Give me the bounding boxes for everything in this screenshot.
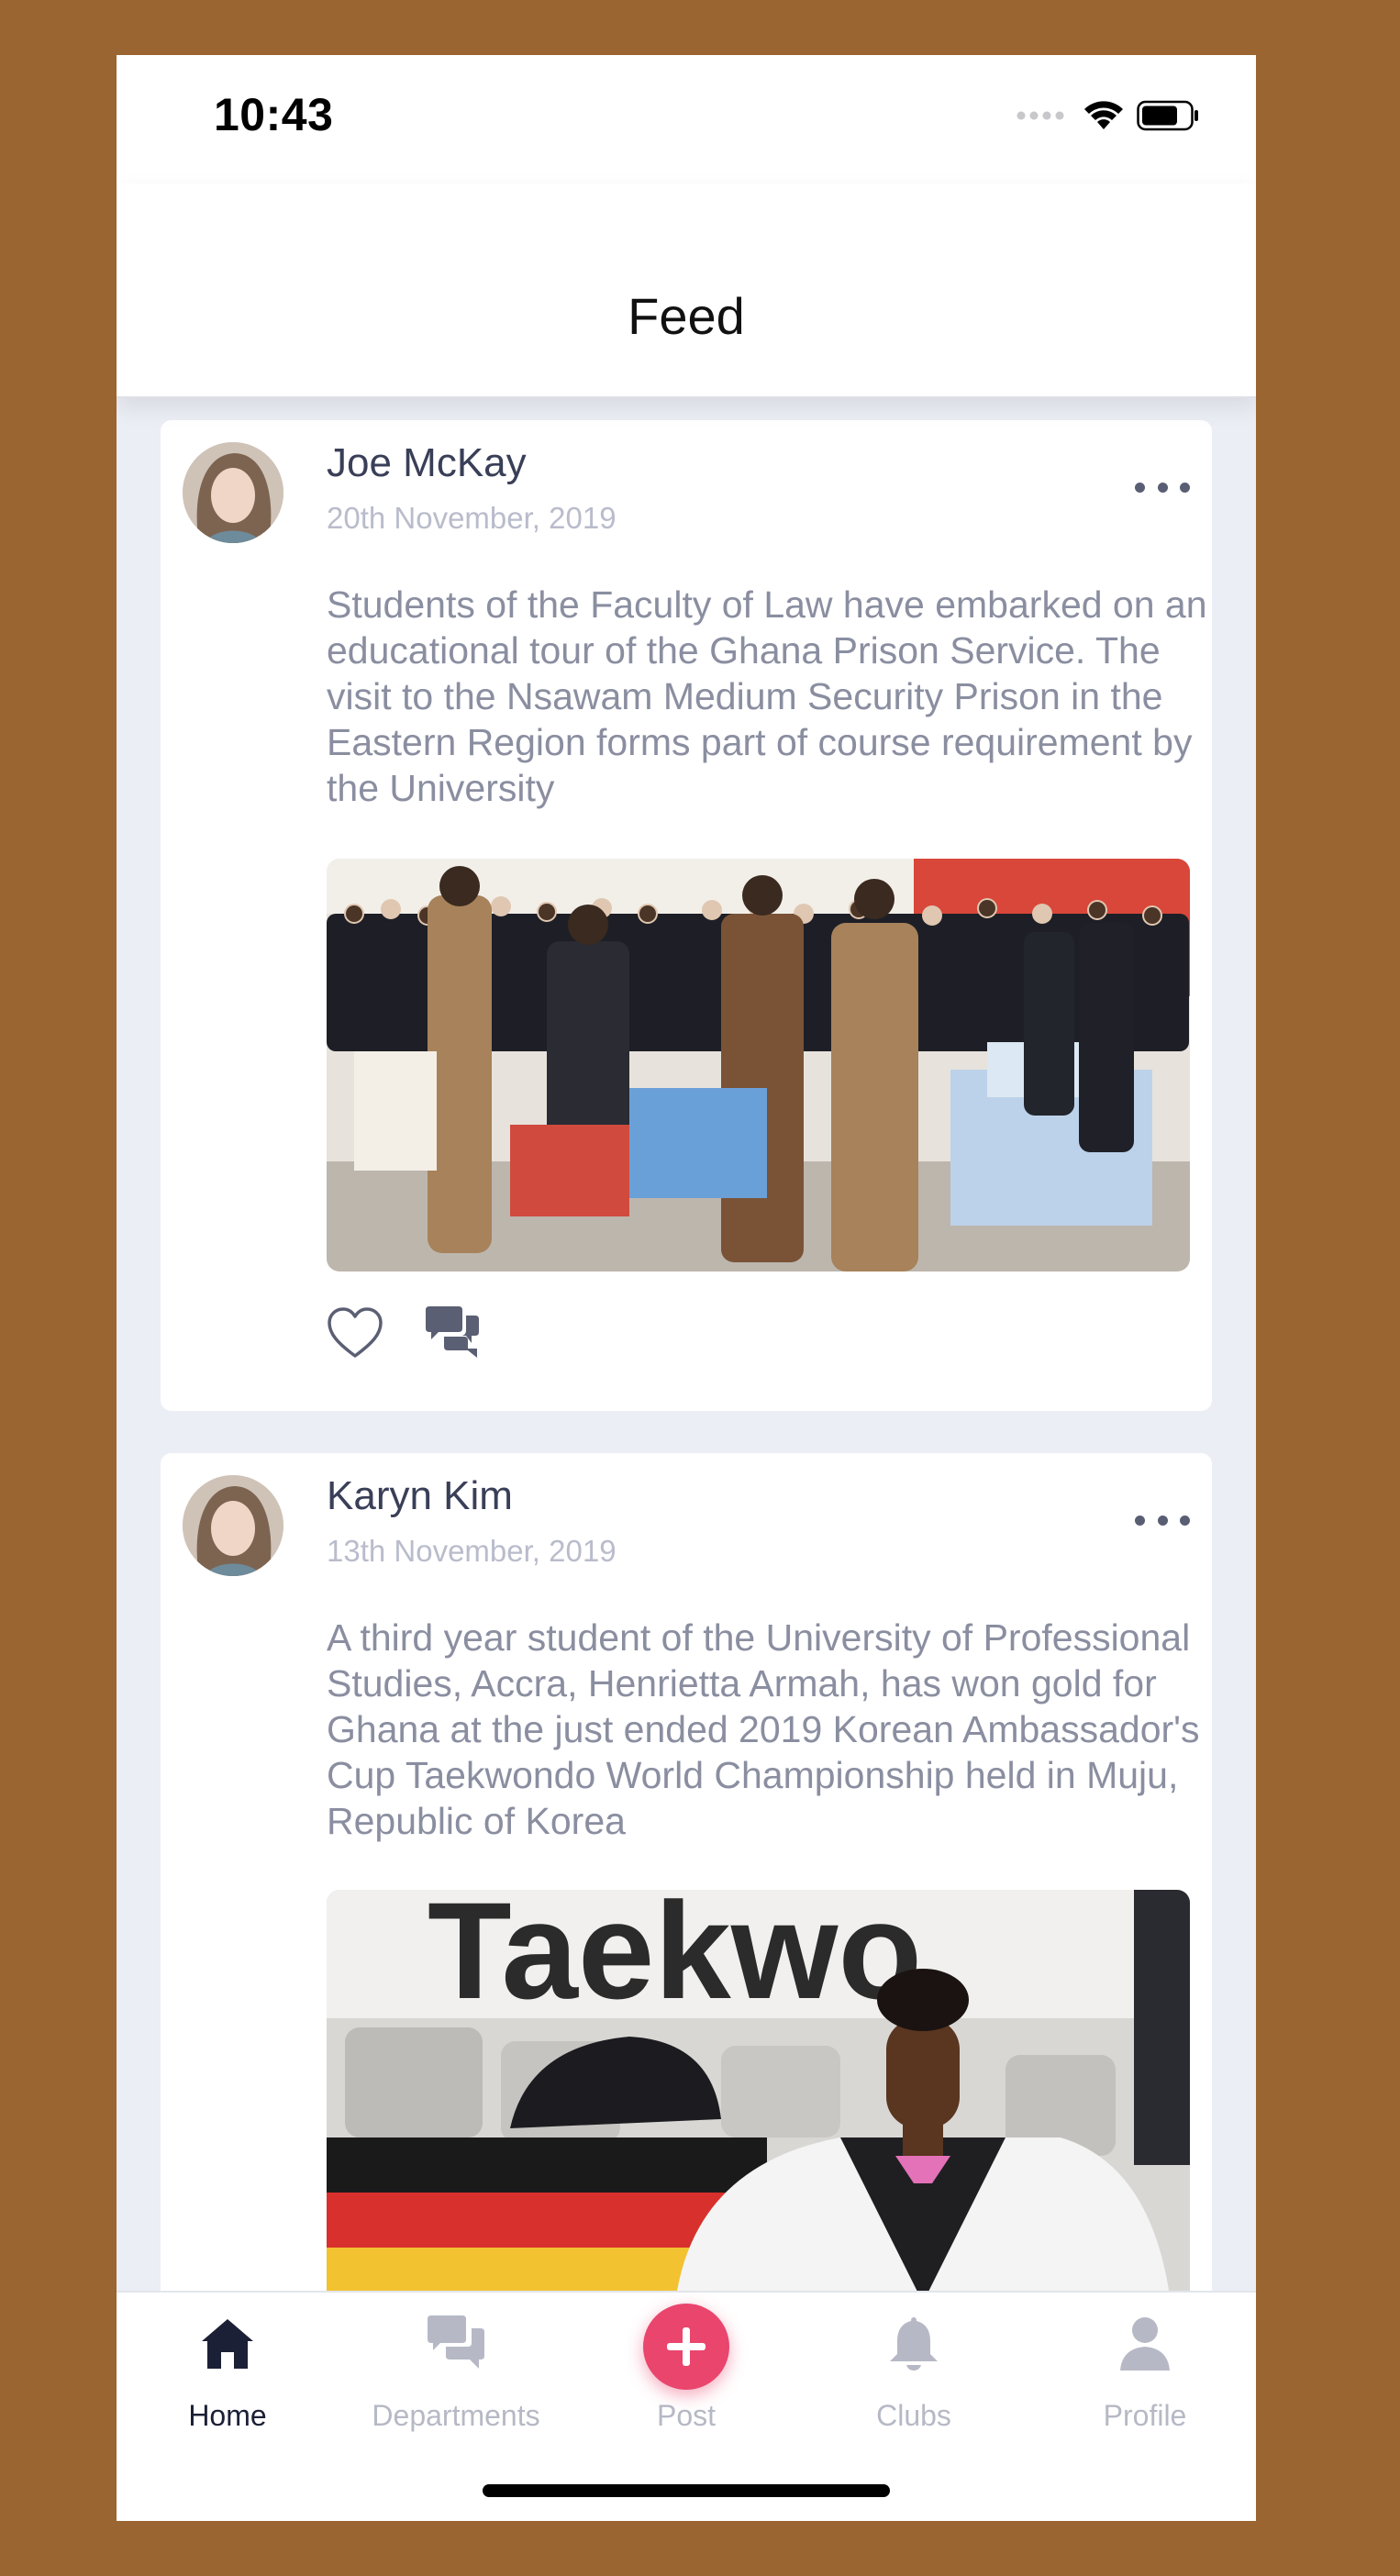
person-icon bbox=[1120, 2317, 1170, 2371]
post-text: A third year student of the University o… bbox=[327, 1616, 1200, 1842]
avatar[interactable] bbox=[183, 1475, 283, 1576]
tab-label: Departments bbox=[372, 2399, 540, 2432]
home-icon bbox=[202, 2319, 253, 2369]
more-dot bbox=[1157, 1515, 1168, 1526]
phone-screen: 10:43 Feed Joe McKay 20th November, 2019… bbox=[117, 55, 1256, 2521]
post-card[interactable]: Karyn Kim 13th November, 2019 A third ye… bbox=[161, 1453, 1212, 2345]
battery-icon bbox=[1137, 100, 1198, 131]
comment-bubbles-icon[interactable] bbox=[424, 1306, 481, 1360]
tab-departments[interactable]: Departments bbox=[364, 2311, 548, 2433]
more-dot bbox=[1180, 482, 1190, 493]
post-author[interactable]: Karyn Kim bbox=[327, 1473, 513, 1519]
plus-icon bbox=[667, 2327, 706, 2366]
status-icons bbox=[1016, 97, 1199, 134]
post-text: Students of the Faculty of Law have emba… bbox=[327, 583, 1207, 809]
page-title: Feed bbox=[628, 287, 745, 345]
more-options-button[interactable] bbox=[1135, 481, 1190, 494]
navigation-bar: Feed bbox=[117, 183, 1256, 398]
tab-home[interactable]: Home bbox=[136, 2311, 319, 2433]
bell-icon bbox=[890, 2317, 938, 2371]
feed-list[interactable]: Joe McKay 20th November, 2019 Students o… bbox=[117, 398, 1256, 2345]
post-date: 20th November, 2019 bbox=[327, 501, 617, 535]
tab-post[interactable]: Post bbox=[594, 2304, 778, 2433]
home-indicator[interactable] bbox=[483, 2484, 890, 2497]
tab-label: Clubs bbox=[876, 2399, 951, 2432]
tab-label: Post bbox=[656, 2399, 717, 2432]
post-image[interactable] bbox=[327, 859, 1190, 1271]
tab-clubs[interactable]: Clubs bbox=[822, 2311, 1006, 2433]
more-dot bbox=[1157, 482, 1168, 493]
more-dot bbox=[1180, 1515, 1190, 1526]
status-bar: 10:43 bbox=[117, 55, 1256, 183]
image-sign-text: Taekwo bbox=[428, 1890, 922, 2027]
status-time: 10:43 bbox=[214, 89, 334, 140]
post-date: 13th November, 2019 bbox=[327, 1534, 617, 1568]
tab-profile[interactable]: Profile bbox=[1053, 2311, 1237, 2433]
wifi-icon bbox=[1084, 101, 1123, 129]
more-options-button[interactable] bbox=[1135, 1514, 1190, 1527]
more-dot bbox=[1135, 1515, 1145, 1526]
post-button[interactable] bbox=[643, 2304, 729, 2390]
like-heart-icon[interactable] bbox=[327, 1306, 383, 1360]
post-image[interactable]: Taekwo bbox=[327, 1890, 1190, 2303]
tab-label: Profile bbox=[1103, 2399, 1187, 2432]
signal-icon bbox=[1017, 111, 1064, 120]
post-author[interactable]: Joe McKay bbox=[327, 440, 527, 486]
chat-bubbles-icon bbox=[428, 2315, 484, 2369]
post-actions bbox=[327, 1306, 481, 1360]
tab-label: Home bbox=[188, 2399, 267, 2432]
more-dot bbox=[1135, 482, 1145, 493]
post-card[interactable]: Joe McKay 20th November, 2019 Students o… bbox=[161, 420, 1212, 1411]
avatar[interactable] bbox=[183, 442, 283, 543]
